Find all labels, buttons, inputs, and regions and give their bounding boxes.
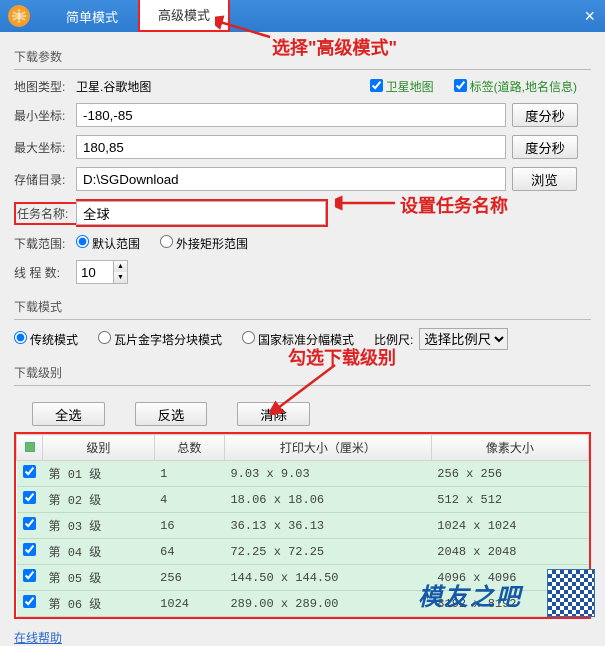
cell-total: 64: [154, 539, 224, 565]
cell-pixels: 2048 x 2048: [431, 539, 588, 565]
cell-print: 289.00 x 289.00: [224, 591, 431, 617]
online-help-link[interactable]: 在线帮助: [14, 629, 62, 646]
store-dir-input[interactable]: [76, 167, 506, 191]
cell-level: 第 05 级: [43, 565, 155, 591]
annotation-select-advanced: 选择"高级模式": [272, 34, 397, 60]
min-coord-input[interactable]: [76, 103, 506, 127]
range-default-radio[interactable]: 默认范围: [76, 235, 140, 252]
cell-level: 第 02 级: [43, 487, 155, 513]
level-table: 级别 总数 打印大小（厘米） 像素大小 第 01 级19.03 x 9.0325…: [14, 432, 591, 619]
table-row[interactable]: 第 01 级19.03 x 9.03256 x 256: [17, 461, 589, 487]
table-row[interactable]: 第 05 级256144.50 x 144.504096 x 4096: [17, 565, 589, 591]
table-row[interactable]: 第 06 级1024289.00 x 289.008192 x 8192: [17, 591, 589, 617]
cell-print: 144.50 x 144.50: [224, 565, 431, 591]
cell-total: 1: [154, 461, 224, 487]
browse-button[interactable]: 浏览: [512, 167, 577, 191]
cell-total: 16: [154, 513, 224, 539]
threads-stepper[interactable]: ▲▼: [76, 260, 128, 284]
task-name-input[interactable]: [76, 201, 326, 225]
satellite-map-checkbox[interactable]: 卫星地图: [370, 78, 434, 95]
spin-up-icon[interactable]: ▲: [114, 261, 127, 272]
table-header-pixels: 像素大小: [431, 435, 588, 461]
cell-level: 第 04 级: [43, 539, 155, 565]
spin-down-icon[interactable]: ▼: [114, 272, 127, 283]
row-checkbox[interactable]: [23, 569, 36, 582]
task-name-label: 任务名称:: [14, 202, 76, 225]
row-checkbox[interactable]: [23, 517, 36, 530]
cell-print: 36.13 x 36.13: [224, 513, 431, 539]
table-header-total: 总数: [154, 435, 224, 461]
threads-label: 线 程 数:: [14, 264, 76, 281]
cell-pixels: 1024 x 1024: [431, 513, 588, 539]
table-row[interactable]: 第 02 级418.06 x 18.06512 x 512: [17, 487, 589, 513]
cell-print: 9.03 x 9.03: [224, 461, 431, 487]
cell-total: 4: [154, 487, 224, 513]
row-checkbox[interactable]: [23, 465, 36, 478]
dms-button-2[interactable]: 度分秒: [512, 135, 578, 159]
row-checkbox[interactable]: [23, 543, 36, 556]
annotation-arrow-icon: [270, 360, 340, 415]
mode-traditional-radio[interactable]: 传统模式: [14, 331, 78, 348]
cell-pixels: 256 x 256: [431, 461, 588, 487]
map-type-value: 卫星.谷歌地图: [76, 78, 151, 95]
map-type-label: 地图类型:: [14, 78, 76, 95]
annotation-set-task-name: 设置任务名称: [400, 192, 508, 218]
max-coord-label: 最大坐标:: [14, 139, 76, 156]
cell-pixels: 512 x 512: [431, 487, 588, 513]
mode-tabs: 简单模式 高级模式: [48, 0, 230, 32]
min-coord-label: 最小坐标:: [14, 107, 76, 124]
store-dir-label: 存储目录:: [14, 171, 76, 188]
table-header-checkbox[interactable]: [17, 435, 43, 461]
dms-button-1[interactable]: 度分秒: [512, 103, 578, 127]
cell-print: 72.25 x 72.25: [224, 539, 431, 565]
mode-pyramid-radio[interactable]: 瓦片金字塔分块模式: [98, 331, 222, 348]
scale-select[interactable]: 选择比例尺: [419, 328, 508, 350]
close-button[interactable]: ×: [584, 6, 595, 27]
title-bar: 简单模式 高级模式 ×: [0, 0, 605, 32]
table-row[interactable]: 第 03 级1636.13 x 36.131024 x 1024: [17, 513, 589, 539]
annotation-arrow-icon: [215, 12, 275, 42]
app-logo-icon: [8, 5, 30, 27]
select-all-button[interactable]: 全选: [32, 402, 105, 426]
range-bbox-radio[interactable]: 外接矩形范围: [160, 235, 248, 252]
labels-checkbox[interactable]: 标签(道路,地名信息): [454, 78, 577, 95]
cell-level: 第 06 级: [43, 591, 155, 617]
table-row[interactable]: 第 04 级6472.25 x 72.252048 x 2048: [17, 539, 589, 565]
cell-level: 第 03 级: [43, 513, 155, 539]
cell-print: 18.06 x 18.06: [224, 487, 431, 513]
cell-level: 第 01 级: [43, 461, 155, 487]
row-checkbox[interactable]: [23, 595, 36, 608]
section-download-mode: 下载模式: [14, 298, 591, 315]
download-range-label: 下载范围:: [14, 235, 76, 252]
table-header-print: 打印大小（厘米）: [224, 435, 431, 461]
cell-total: 256: [154, 565, 224, 591]
annotation-arrow-icon: [335, 193, 400, 213]
tab-simple-mode[interactable]: 简单模式: [48, 1, 136, 32]
table-header-level: 级别: [43, 435, 155, 461]
qr-code-icon: [547, 569, 595, 617]
max-coord-input[interactable]: [76, 135, 506, 159]
cell-total: 1024: [154, 591, 224, 617]
row-checkbox[interactable]: [23, 491, 36, 504]
invert-selection-button[interactable]: 反选: [135, 402, 208, 426]
